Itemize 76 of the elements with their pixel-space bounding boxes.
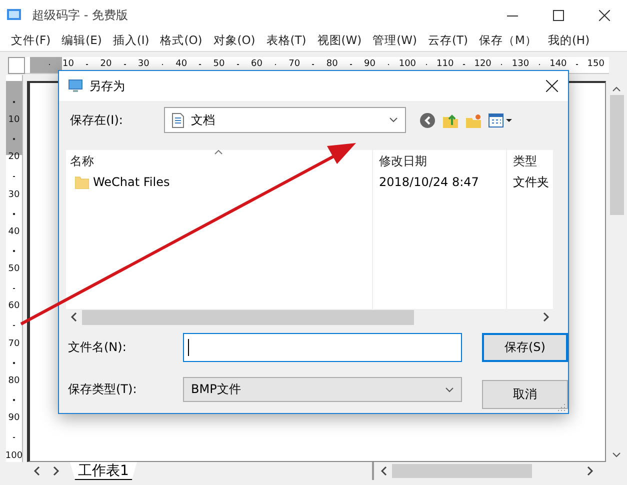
folder-icon <box>75 176 89 188</box>
ruler-number: 100 <box>5 450 23 462</box>
menu-item[interactable]: 视图(W) <box>312 33 368 48</box>
cancel-button[interactable]: 取消 <box>482 380 568 409</box>
menu-item[interactable]: 插入(I) <box>108 33 156 48</box>
file-name[interactable]: WeChat Files <box>93 175 170 189</box>
scroll-right-icon[interactable] <box>542 312 550 322</box>
ruler-number: 10 <box>8 115 20 126</box>
scroll-right-icon[interactable] <box>586 466 594 476</box>
ruler-number: 80 <box>8 376 20 388</box>
sheet-tab[interactable]: 工作表1 <box>70 462 137 480</box>
scrollbar-thumb[interactable] <box>610 95 624 215</box>
ruler-number: 70 <box>288 59 300 70</box>
chevron-icon <box>445 386 454 392</box>
scroll-up-icon[interactable] <box>612 86 621 92</box>
close-icon[interactable] <box>546 80 558 92</box>
file-name-field[interactable] <box>183 333 462 362</box>
location-dropdown[interactable]: 文档 <box>164 107 406 133</box>
table-cell: 文件夹 <box>513 174 549 190</box>
ruler-number: 140 <box>550 59 567 70</box>
field-label: 保存在(I): <box>70 112 123 128</box>
window-title: 超级码字 - 免费版 <box>32 6 128 24</box>
ruler-number: 90 <box>364 59 376 70</box>
ruler-number: 60 <box>250 59 262 70</box>
app-icon <box>6 7 22 23</box>
location-value: 文档 <box>191 112 215 128</box>
ruler-number: 10 <box>62 59 74 70</box>
ruler-number: 130 <box>512 59 530 70</box>
ruler-number: 20 <box>8 152 20 164</box>
scrollbar-thumb[interactable] <box>392 464 532 478</box>
ruler-number: 60 <box>8 301 20 312</box>
menu-item[interactable]: 云存(T) <box>423 33 474 48</box>
ruler-number: 80 <box>326 59 338 70</box>
sort-icon <box>214 150 223 155</box>
ruler-number: 40 <box>8 226 20 238</box>
maximize-icon[interactable] <box>552 10 564 20</box>
scroll-left-icon[interactable] <box>70 312 78 322</box>
monitor-icon <box>68 79 83 93</box>
ruler-number: 150 <box>587 59 604 70</box>
ruler-number: 70 <box>8 338 20 350</box>
scrollbar-thumb[interactable] <box>82 310 414 324</box>
ruler-number: 40 <box>176 59 188 70</box>
ruler-number: 110 <box>436 59 454 70</box>
file-type-dropdown[interactable]: BMP文件 <box>183 377 462 402</box>
menu-item[interactable]: 保存（M） <box>474 33 543 48</box>
ruler-number: 30 <box>8 190 20 201</box>
document-icon <box>172 112 184 128</box>
new-folder-icon[interactable] <box>465 112 482 128</box>
field-label: 文件名(N): <box>68 339 128 356</box>
dialog-title: 另存为 <box>89 78 125 94</box>
ruler-number: 50 <box>213 59 225 70</box>
save-button[interactable]: 保存(S) <box>482 333 568 362</box>
menu-item[interactable]: 格式(O) <box>155 33 208 48</box>
ruler-corner <box>8 56 25 74</box>
menu-item[interactable]: 管理(W) <box>368 33 423 48</box>
table-cell: 2018/10/24 8:47 <box>379 175 479 189</box>
close-icon[interactable] <box>598 10 610 20</box>
ruler-number: 30 <box>138 59 150 70</box>
scroll-left-icon[interactable] <box>380 466 388 476</box>
menu-item[interactable]: 表格(T) <box>261 33 312 48</box>
scroll-down-icon[interactable] <box>612 452 621 458</box>
menu-item[interactable]: 对象(O) <box>208 33 262 48</box>
back-icon[interactable] <box>419 112 436 128</box>
chevron-icon <box>389 117 398 123</box>
resize-grip-icon[interactable] <box>558 403 566 411</box>
menu-item[interactable]: 编辑(E) <box>56 33 108 48</box>
ruler-number: 50 <box>8 264 20 276</box>
file-type-value: BMP文件 <box>191 381 241 398</box>
menu-item[interactable]: 文件(F) <box>6 33 57 48</box>
ruler-number: 120 <box>474 59 492 70</box>
field-label: 保存类型(T): <box>68 381 138 398</box>
ruler-number: 90 <box>8 413 20 424</box>
view-menu-icon[interactable] <box>488 112 513 128</box>
ruler-number: 100 <box>398 59 416 70</box>
ruler-number: 20 <box>100 59 112 70</box>
menu-item[interactable]: 我的(H) <box>542 33 596 48</box>
